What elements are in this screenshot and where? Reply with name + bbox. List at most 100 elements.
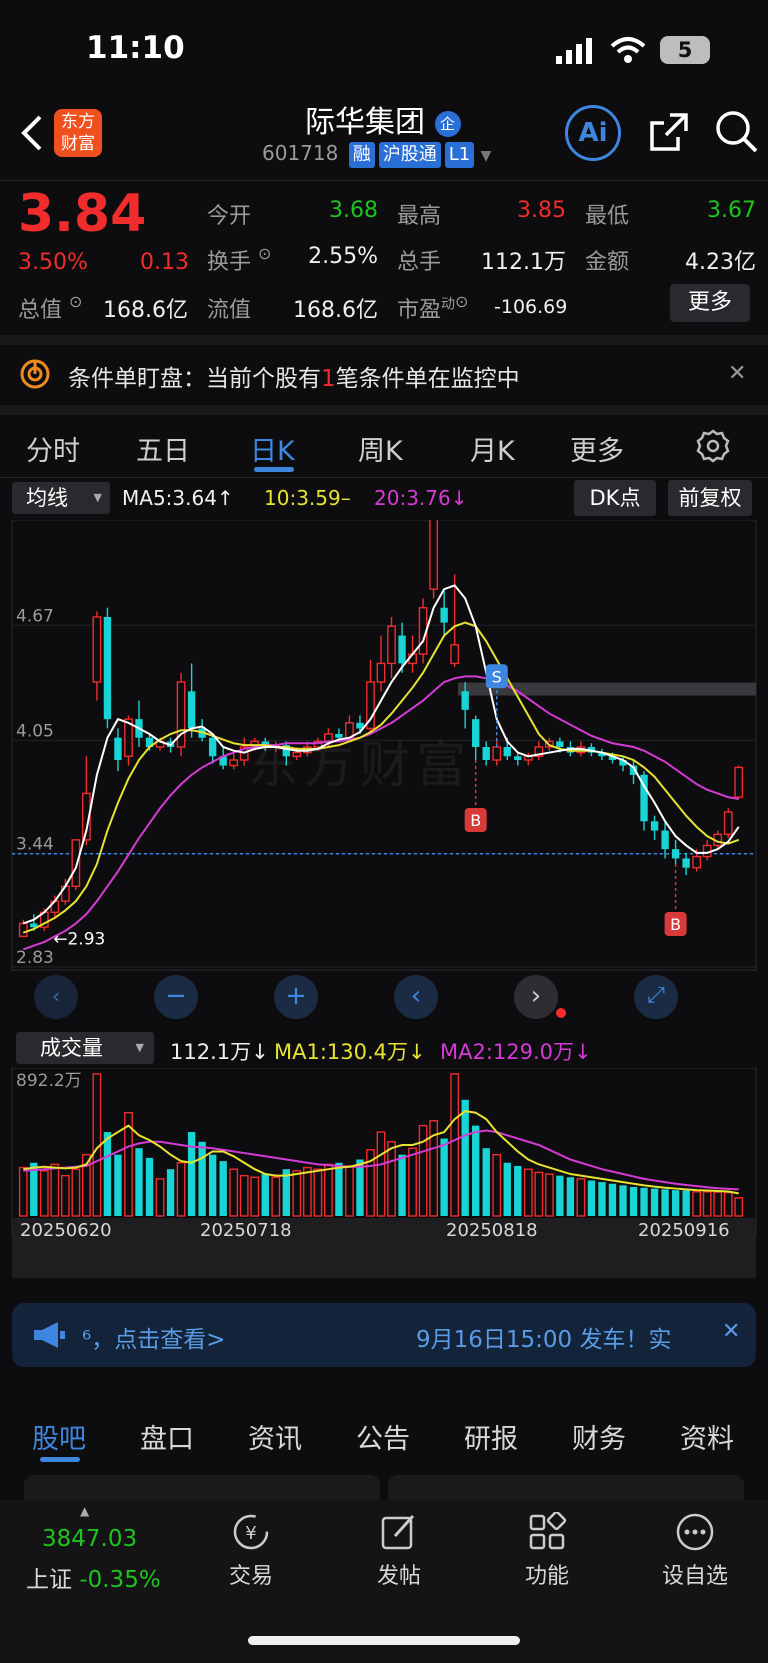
battery-icon: 5 bbox=[660, 36, 710, 64]
post-button[interactable]: 发帖 bbox=[344, 1512, 454, 1590]
volume-bar bbox=[576, 1178, 586, 1217]
watchlist-button[interactable]: 设自选 bbox=[640, 1512, 750, 1590]
tab-monthly-k[interactable]: 月K bbox=[470, 429, 515, 468]
candle-body bbox=[18, 922, 28, 938]
tab-research[interactable]: 研报 bbox=[464, 1417, 518, 1456]
low-price-marker: ←2.93 bbox=[53, 929, 105, 949]
tab-orderbook[interactable]: 盘口 bbox=[140, 1417, 194, 1456]
tab-finance[interactable]: 财务 bbox=[572, 1417, 626, 1456]
back-icon[interactable] bbox=[18, 113, 44, 153]
info-icon[interactable]: ⊙ bbox=[455, 292, 468, 311]
ai-label: Ai bbox=[578, 118, 608, 148]
volume-chart[interactable]: 892.2万 20250620 20250718 20250818 20250916 bbox=[0, 1068, 768, 1278]
tab-more[interactable]: 更多 bbox=[570, 429, 624, 468]
fullscreen-button[interactable]: ⤢ bbox=[634, 975, 678, 1019]
volume-bar bbox=[324, 1163, 333, 1217]
logo-text-bottom: 财富 bbox=[61, 134, 95, 154]
stock-code: 601718 bbox=[262, 141, 339, 165]
banner-close-icon[interactable]: ✕ bbox=[722, 1319, 740, 1344]
chevron-down-icon[interactable]: ▼ bbox=[481, 148, 492, 164]
volume-bar bbox=[376, 1131, 386, 1217]
candle-body bbox=[556, 741, 564, 747]
adjust-button[interactable]: 前复权 bbox=[668, 480, 752, 516]
volume-bar bbox=[208, 1154, 217, 1216]
volume-bar bbox=[503, 1162, 511, 1216]
condition-notice[interactable]: 条件单盯盘：当前个股有1笔条件单在监控中 ✕ bbox=[0, 345, 768, 405]
index-value[interactable]: 3847.03 bbox=[42, 1526, 137, 1552]
candle-body bbox=[503, 747, 511, 757]
volume-bar bbox=[682, 1190, 690, 1216]
index-row[interactable]: 上证 -0.35% bbox=[26, 1560, 161, 1594]
candle-body bbox=[92, 616, 102, 683]
promo-banner[interactable]: ⁶，点击查看> 9月16日15:00 发车！实 ✕ bbox=[12, 1303, 756, 1367]
volume-bar bbox=[39, 1170, 49, 1217]
volume-bar bbox=[135, 1148, 143, 1216]
close-icon[interactable]: ✕ bbox=[728, 361, 746, 386]
zoom-out-button[interactable]: − bbox=[154, 975, 198, 1019]
gear-icon[interactable] bbox=[696, 429, 730, 463]
value-turnover: 2.55% bbox=[308, 244, 378, 269]
more-dots-icon bbox=[676, 1513, 714, 1551]
notification-dot bbox=[556, 1008, 566, 1018]
label-pe: 市盈动⊙ bbox=[397, 292, 468, 324]
candle-body bbox=[514, 756, 522, 760]
y-tick-label: 4.67 bbox=[16, 606, 54, 626]
megaphone-icon bbox=[32, 1321, 66, 1349]
tab-announcements[interactable]: 公告 bbox=[356, 1417, 410, 1456]
notice-count: 1 bbox=[321, 366, 336, 392]
volume-bar bbox=[229, 1168, 239, 1217]
info-icon[interactable]: ⊙ bbox=[69, 292, 82, 311]
index-name: 上证 bbox=[26, 1567, 72, 1593]
candle-body bbox=[440, 607, 448, 623]
battery-level: 5 bbox=[677, 38, 693, 62]
volume-bar bbox=[60, 1174, 70, 1217]
home-indicator bbox=[248, 1636, 520, 1645]
value-amount: 4.23亿 bbox=[685, 250, 756, 275]
candle-body bbox=[114, 737, 122, 760]
tab-news[interactable]: 资讯 bbox=[248, 1417, 302, 1456]
ma-select[interactable]: 均线 ▼ bbox=[12, 482, 110, 514]
volume-bar bbox=[671, 1190, 680, 1216]
search-icon[interactable] bbox=[714, 109, 758, 153]
value-low: 3.67 bbox=[707, 198, 756, 223]
volume-bar bbox=[387, 1141, 396, 1217]
volume-bar bbox=[713, 1191, 723, 1217]
volume-select[interactable]: 成交量 ▼ bbox=[16, 1032, 154, 1064]
y-tick-label: 2.83 bbox=[16, 948, 54, 968]
ai-button[interactable]: Ai bbox=[565, 105, 621, 161]
volume-bar bbox=[292, 1170, 302, 1217]
trade-label: 交易 bbox=[228, 1564, 273, 1589]
zoom-in-button[interactable]: + bbox=[274, 975, 318, 1019]
candle-body bbox=[734, 766, 744, 798]
share-icon[interactable] bbox=[648, 111, 690, 153]
app-logo[interactable]: 东方 财富 bbox=[54, 109, 102, 157]
signal-icon bbox=[556, 38, 594, 64]
trade-button[interactable]: ¥ 交易 bbox=[196, 1512, 306, 1590]
volume-bar bbox=[629, 1186, 638, 1216]
tab-forum[interactable]: 股吧 bbox=[32, 1417, 86, 1456]
candle-body bbox=[723, 811, 733, 835]
tab-daily-k[interactable]: 日K bbox=[250, 429, 295, 468]
volume-bar bbox=[271, 1176, 281, 1217]
prev-button[interactable]: ‹ bbox=[394, 975, 438, 1019]
candle-body bbox=[482, 747, 490, 760]
next-button[interactable]: › bbox=[514, 975, 558, 1019]
tab-intraday[interactable]: 分时 bbox=[26, 429, 80, 468]
volume-bar bbox=[408, 1147, 417, 1217]
label-amount: 金额 bbox=[585, 250, 630, 275]
tab-weekly-k[interactable]: 周K bbox=[358, 429, 403, 468]
tab-five-day[interactable]: 五日 bbox=[136, 429, 190, 468]
tab-profile[interactable]: 资料 bbox=[680, 1417, 734, 1456]
function-button[interactable]: 功能 bbox=[492, 1512, 602, 1590]
volume-bar bbox=[155, 1178, 165, 1217]
dk-button[interactable]: DK点 bbox=[574, 480, 656, 516]
volume-bar bbox=[345, 1165, 354, 1217]
info-icon[interactable]: ⊙ bbox=[258, 244, 271, 263]
candle-body bbox=[661, 830, 669, 850]
volume-max-label: 892.2万 bbox=[16, 1071, 82, 1091]
dk-button-label: DK点 bbox=[589, 486, 641, 510]
more-button[interactable]: 更多 bbox=[670, 284, 750, 322]
alarm-icon bbox=[20, 359, 50, 389]
left-scroll-button[interactable]: ‹ bbox=[34, 975, 78, 1019]
active-tab-indicator bbox=[254, 467, 294, 472]
